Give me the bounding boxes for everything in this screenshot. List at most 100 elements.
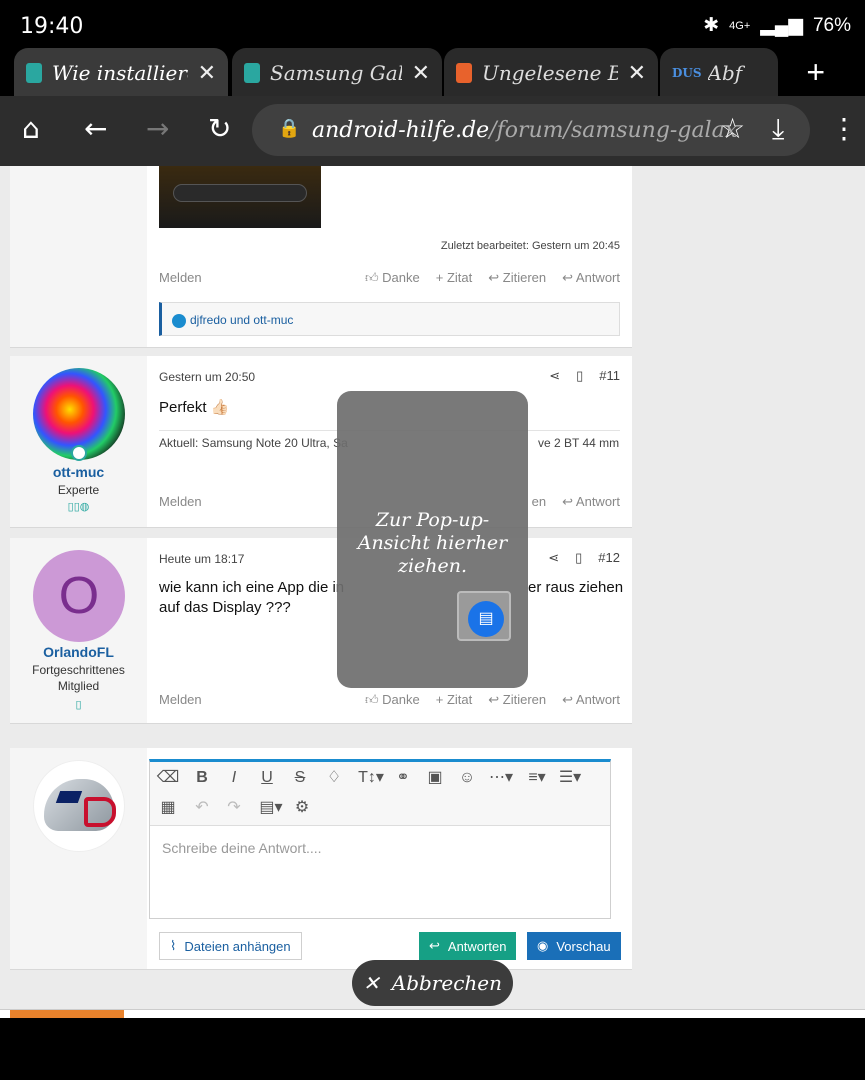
attach-label: Dateien anhängen [184, 938, 291, 954]
cite-button[interactable]: ↩ Zitieren [488, 270, 546, 286]
menu-icon[interactable]: ⋮ [830, 112, 858, 145]
forward-icon[interactable]: → [146, 112, 169, 145]
cancel-button[interactable]: ✕ Abbrechen [352, 960, 513, 1006]
reply-editor[interactable]: ⌫ B I U S ♢ T↕▾ ⚭ ▣ ☺ ⋯▾ ≡▾ ☰▾ ▦ ↶ ↷ ▤▾ … [149, 759, 611, 919]
save-draft-icon[interactable]: ▤▾ [256, 796, 286, 820]
post-user-column [10, 748, 147, 969]
italic-icon[interactable]: I [222, 766, 246, 790]
close-icon[interactable]: ✕ [628, 61, 646, 86]
share-icon[interactable]: ⋖ [549, 368, 560, 384]
redo-icon[interactable]: ↷ [222, 796, 246, 820]
browser-toolbar: ⌂ ← → ↻ 🔒 android-hilfe.de/forum/samsung… [0, 96, 865, 166]
quote-button[interactable]: + Zitat [436, 270, 473, 286]
download-icon[interactable]: ⤓ [772, 112, 784, 146]
status-icons: ✱ 4G+ ▂▄▆ 76% [703, 14, 851, 37]
plus-icon: + [435, 692, 447, 707]
reply-label: Antwort [575, 494, 620, 509]
avatar[interactable] [33, 760, 125, 852]
image-icon[interactable]: ▣ [423, 766, 447, 790]
lock-icon: 🔒 [278, 118, 301, 139]
close-icon[interactable]: ✕ [198, 61, 216, 86]
report-link[interactable]: Melden [159, 494, 202, 510]
link-icon[interactable]: ⚭ [391, 766, 415, 790]
bookmark-star-icon[interactable]: ☆ [720, 112, 745, 145]
quote-label: Zitat [446, 270, 473, 285]
more-options-icon[interactable]: ⋯▾ [486, 766, 516, 790]
username[interactable]: OrlandoFL [10, 644, 147, 660]
tab-3[interactable]: Ungelesene Bei ✕ [444, 48, 658, 98]
color-drop-icon[interactable]: ♢ [322, 766, 346, 790]
new-tab-icon[interactable]: + [806, 54, 825, 91]
cite-button[interactable]: ↩ Zitieren [488, 692, 546, 708]
bold-icon[interactable]: B [190, 766, 214, 790]
reply-button[interactable]: ↩ Antwort [562, 270, 620, 286]
post-number[interactable]: #12 [598, 550, 620, 566]
font-size-icon[interactable]: T↕▾ [354, 766, 388, 790]
post-date[interactable]: Heute um 18:17 [159, 552, 244, 566]
report-link[interactable]: Melden [159, 270, 202, 286]
reply-arrow-icon: ↩ [562, 494, 576, 509]
share-icon[interactable]: ⋖ [548, 550, 559, 566]
post-user-column: O OrlandoFL Fortgeschrittenes Mitglied ▯ [10, 538, 147, 723]
post-body: Zuletzt bearbeitet: Gestern um 20:45 Mel… [147, 166, 632, 347]
undo-icon[interactable]: ↶ [190, 796, 214, 820]
list-icon[interactable]: ☰▾ [555, 766, 585, 790]
tab-4[interactable]: DUS Abf [660, 48, 778, 98]
dus-favicon-icon: DUS [672, 66, 702, 80]
url-path: /forum/samsung-galax [489, 117, 738, 143]
align-icon[interactable]: ≡▾ [522, 766, 552, 790]
post-date[interactable]: Gestern um 20:50 [159, 370, 255, 384]
report-link[interactable]: Melden [159, 692, 202, 708]
network-type: 4G+ [729, 19, 751, 32]
popup-view-drop-zone[interactable]: Zur Pop-up-Ansicht hierher ziehen. ▤ [337, 391, 528, 688]
home-icon[interactable]: ⌂ [22, 112, 40, 145]
tab-2[interactable]: Samsung Gala ✕ [232, 48, 442, 98]
reaction-users: djfredo und ott-muc [190, 313, 294, 327]
thanks-button[interactable]: 👍︎ Danke [365, 270, 420, 286]
messages-icon: ▤ [468, 601, 504, 637]
bookmark-icon[interactable]: ▯ [575, 550, 582, 566]
smiley-icon[interactable]: ☺ [455, 766, 479, 790]
close-icon[interactable]: ✕ [412, 61, 430, 86]
attach-files-button[interactable]: ⌇ Dateien anhängen [159, 932, 302, 960]
device-badges-icon: ▯▯◍ [67, 501, 90, 513]
forum-favicon-icon [456, 63, 472, 83]
back-icon[interactable]: ← [84, 112, 107, 145]
dragged-app-icon[interactable]: ▤ [457, 591, 511, 641]
thumbs-up-icon: 👍︎ [364, 270, 383, 285]
footer-strip [0, 1009, 865, 1018]
thanks-button[interactable]: 👍︎ Danke [365, 692, 420, 708]
table-icon[interactable]: ▦ [156, 796, 180, 820]
preview-label: Vorschau [556, 938, 611, 954]
avatar[interactable]: O [33, 550, 125, 642]
underline-icon[interactable]: U [255, 766, 279, 790]
cite-button[interactable]: en [532, 494, 546, 510]
eye-icon: ◉ [537, 938, 549, 953]
post-number[interactable]: #11 [599, 368, 620, 384]
username[interactable]: ott-muc [10, 464, 147, 480]
reply-label: Antwort [575, 692, 620, 707]
tab-1[interactable]: Wie installiere ✕ [14, 48, 228, 98]
reaction-bar[interactable]: djfredo und ott-muc [159, 302, 620, 336]
preview-button[interactable]: ◉ Vorschau [527, 932, 621, 960]
bookmark-icon[interactable]: ▯ [576, 368, 583, 384]
strikethrough-icon[interactable]: S [288, 766, 312, 790]
post-screenshot-image[interactable] [159, 166, 321, 228]
cite-label: Zitieren [502, 270, 547, 285]
post-12: O OrlandoFL Fortgeschrittenes Mitglied ▯… [10, 538, 632, 724]
reply-submit-button[interactable]: ↩ Antworten [419, 932, 517, 960]
like-icon [172, 313, 186, 328]
reply-button[interactable]: ↩ Antwort [562, 692, 620, 708]
signal-icon: ▂▄▆ [760, 15, 803, 36]
android-hilfe-favicon-icon [244, 63, 260, 83]
reply-submit-label: Antworten [447, 938, 507, 954]
device-badge-icon: ▯ [75, 699, 82, 711]
gear-icon[interactable]: ⚙ [290, 796, 314, 820]
post-11: ott-muc Experte ▯▯◍ Gestern um 20:50 ⋖ ▯… [10, 356, 632, 528]
reply-button[interactable]: ↩ Antwort [562, 494, 620, 510]
quote-button[interactable]: + Zitat [436, 692, 473, 708]
battery-level: 76% [812, 14, 851, 36]
eraser-icon[interactable]: ⌫ [156, 766, 180, 790]
reply-input[interactable]: Schreibe deine Antwort.... [162, 840, 322, 856]
reload-icon[interactable]: ↻ [208, 112, 231, 145]
